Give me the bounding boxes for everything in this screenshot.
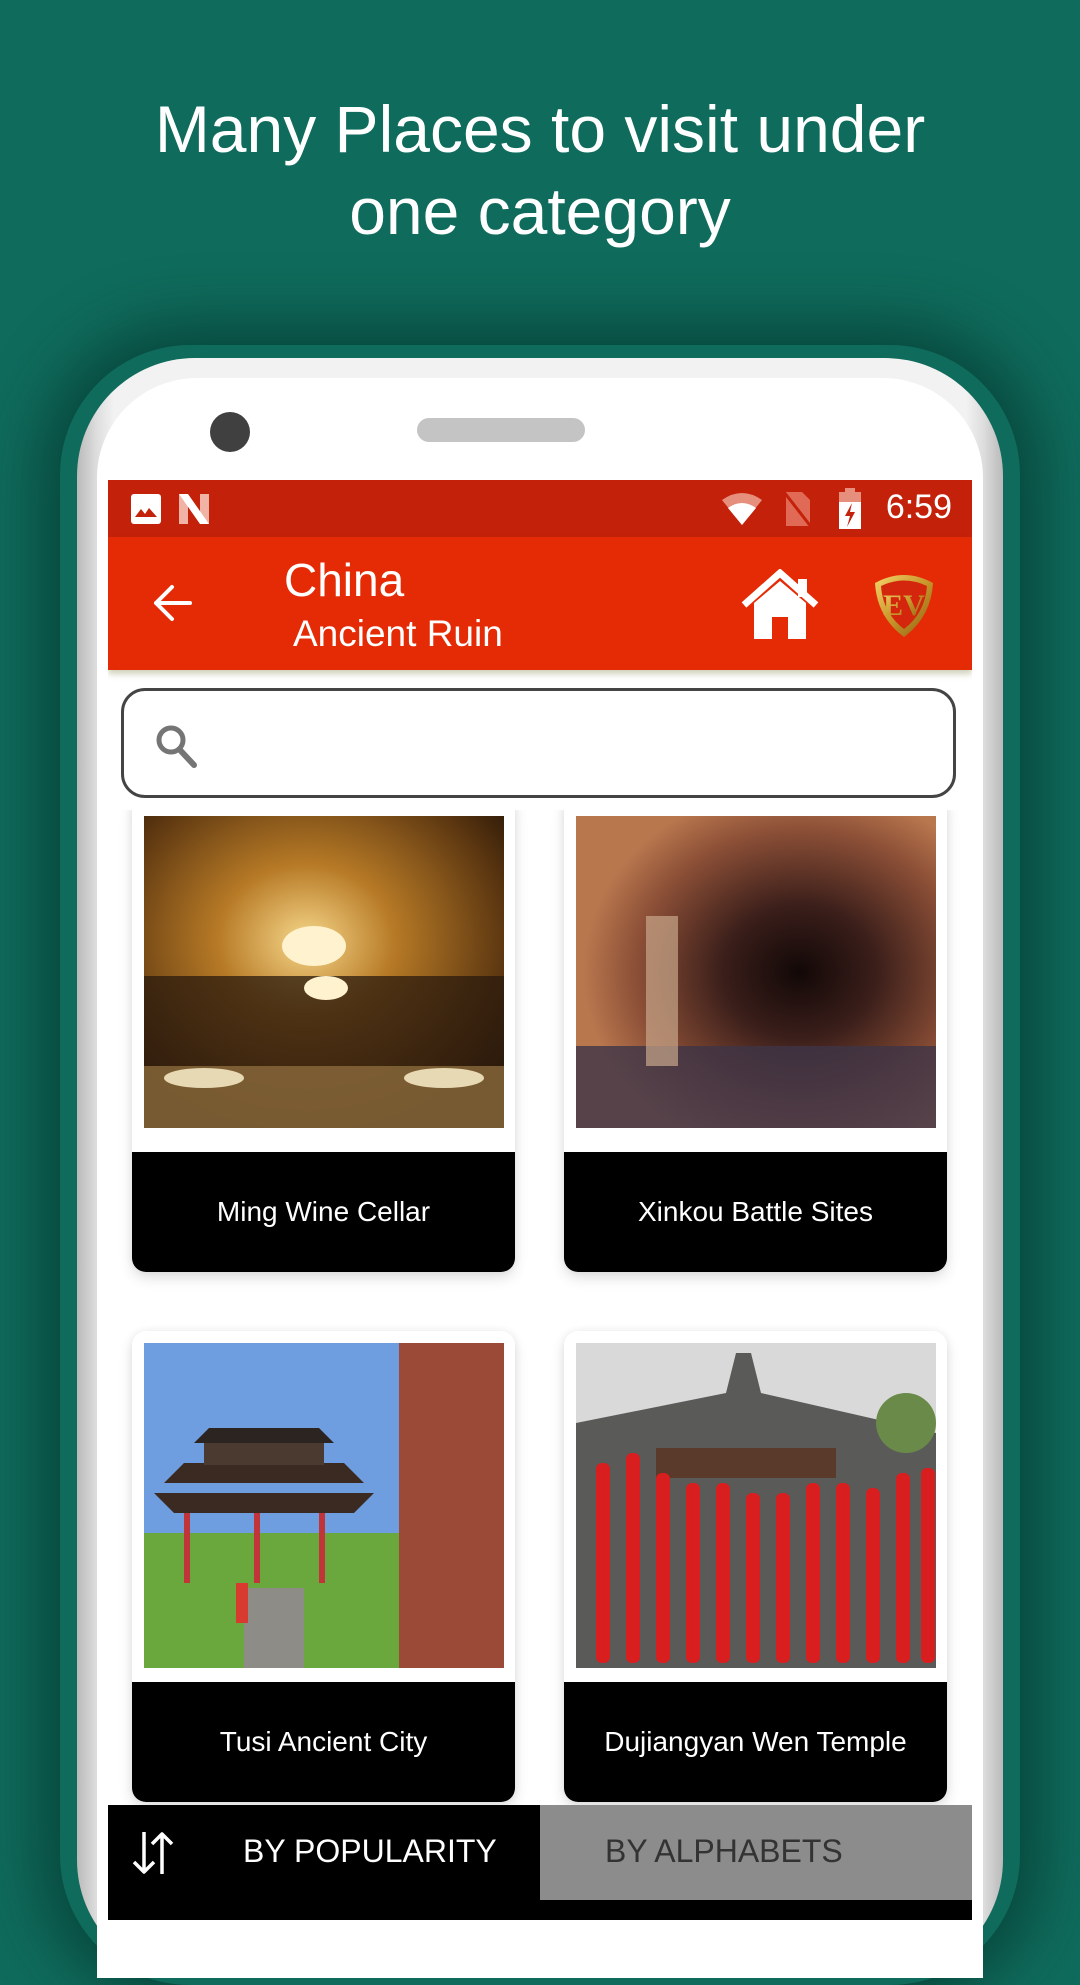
promo-headline: Many Places to visit under one category	[0, 88, 1080, 252]
place-caption: Tusi Ancient City	[132, 1682, 515, 1802]
status-bar: 6:59	[108, 480, 972, 537]
place-card[interactable]: Xinkou Battle Sites	[564, 810, 947, 1272]
earpiece-speaker	[417, 418, 585, 442]
tab-by-popularity[interactable]: BY POPULARITY	[108, 1805, 540, 1900]
phone-screen: 6:59 China Ancient Ruin EV Ming Wine Cel…	[108, 480, 972, 1920]
app-bar: China Ancient Ruin EV	[108, 537, 972, 670]
front-camera	[210, 412, 250, 452]
place-caption: Ming Wine Cellar	[132, 1152, 515, 1272]
place-card[interactable]: Tusi Ancient City	[132, 1331, 515, 1802]
search-icon	[156, 725, 197, 768]
sort-icon	[132, 1832, 174, 1874]
place-caption: Dujiangyan Wen Temple	[564, 1682, 947, 1802]
place-card[interactable]: Ming Wine Cellar	[132, 810, 515, 1272]
battery-charging-icon	[839, 488, 861, 529]
wifi-icon	[722, 493, 762, 525]
gallery-icon	[131, 494, 161, 524]
place-card[interactable]: Dujiangyan Wen Temple	[564, 1331, 947, 1802]
tab-by-alphabets-label: BY ALPHABETS	[605, 1833, 843, 1869]
tab-by-popularity-label: BY POPULARITY	[243, 1833, 497, 1869]
place-image-tusi-ancient-city	[144, 1343, 504, 1668]
search-box[interactable]	[121, 688, 956, 798]
ev-logo-icon[interactable]: EV	[871, 571, 937, 639]
page-subtitle: Ancient Ruin	[293, 613, 503, 654]
page-title: China	[284, 554, 405, 606]
sort-bar: BY POPULARITY BY ALPHABETS	[108, 1805, 972, 1920]
search-input[interactable]	[214, 701, 933, 785]
place-caption: Xinkou Battle Sites	[564, 1152, 947, 1272]
tab-by-alphabets[interactable]: BY ALPHABETS	[540, 1805, 972, 1900]
place-image-xinkou-battle-sites	[576, 816, 936, 1128]
no-sim-icon	[782, 491, 814, 528]
promo-headline-line1: Many Places to visit under	[154, 92, 926, 166]
places-grid: Ming Wine Cellar Xinkou Battle Sites Tus…	[108, 810, 972, 1805]
back-arrow-icon[interactable]	[150, 581, 194, 625]
home-icon[interactable]	[740, 569, 820, 641]
ev-logo-text: EV	[883, 589, 925, 622]
promo-headline-line2: one category	[349, 174, 731, 248]
status-time: 6:59	[885, 488, 952, 526]
n-notification-icon	[179, 494, 209, 524]
place-image-dujiangyan-wen-temple	[576, 1343, 936, 1668]
place-image-ming-wine-cellar	[144, 816, 504, 1128]
